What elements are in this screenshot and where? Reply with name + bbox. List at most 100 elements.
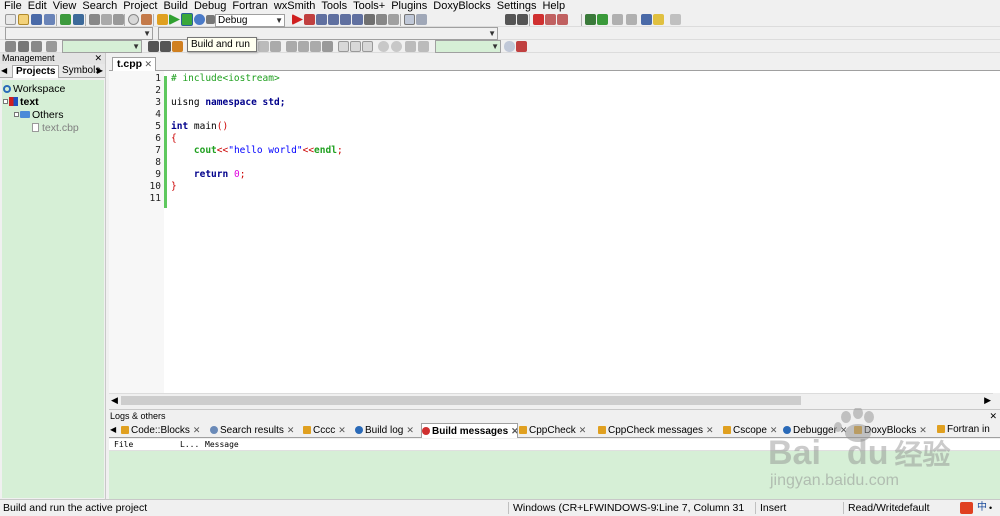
- build-and-run-icon[interactable]: [181, 13, 193, 26]
- build-messages-list[interactable]: File L... Message: [109, 439, 1000, 499]
- prev-icon[interactable]: [18, 41, 29, 52]
- log-tab-doxyblocks[interactable]: DoxyBlocks ✕: [854, 423, 934, 438]
- close-icon[interactable]: ✕: [511, 426, 517, 436]
- tool-h-icon[interactable]: [350, 41, 361, 52]
- new-file-icon[interactable]: [5, 14, 16, 25]
- find-icon[interactable]: [128, 14, 139, 25]
- collapse-icon[interactable]: [3, 99, 8, 104]
- close-icon[interactable]: ✕: [770, 425, 778, 435]
- close-icon[interactable]: ✕: [406, 425, 414, 435]
- next-icon[interactable]: [31, 41, 42, 52]
- column-header-message[interactable]: Message: [205, 439, 239, 451]
- tree-item-file[interactable]: text.cbp: [32, 122, 79, 134]
- doxyblocks-extract-icon[interactable]: [597, 14, 608, 25]
- menu-tools[interactable]: Tools: [321, 0, 347, 13]
- code-area[interactable]: # include<iostream> uisng namespace std;…: [171, 71, 1000, 393]
- build-target-select[interactable]: Debug ▼: [215, 14, 285, 27]
- editor-tab-tcpp[interactable]: t.cpp ✕: [112, 57, 156, 71]
- tab-scroll-left-icon[interactable]: ◀: [1, 64, 7, 78]
- menu-view[interactable]: View: [53, 0, 77, 13]
- menu-search[interactable]: Search: [82, 0, 117, 13]
- line-comment-icon[interactable]: [626, 14, 637, 25]
- run-chm-icon[interactable]: [653, 14, 664, 25]
- save-all-icon[interactable]: [44, 14, 55, 25]
- tab-projects[interactable]: Projects: [12, 65, 60, 78]
- run-icon[interactable]: [169, 14, 180, 25]
- search-settings-icon[interactable]: [516, 41, 527, 52]
- next-line-icon[interactable]: [316, 14, 327, 25]
- menu-tools-plus[interactable]: Tools+: [353, 0, 385, 13]
- close-icon[interactable]: ✕: [144, 58, 152, 71]
- scrollbar-thumb[interactable]: [121, 396, 801, 405]
- step-into-icon[interactable]: [328, 14, 339, 25]
- stop-debugger-icon[interactable]: [388, 14, 399, 25]
- menu-project[interactable]: Project: [123, 0, 157, 13]
- run-html-icon[interactable]: [641, 14, 652, 25]
- last-icon[interactable]: [46, 41, 57, 52]
- tool-g-icon[interactable]: [338, 41, 349, 52]
- tree-item-project[interactable]: text: [3, 96, 39, 108]
- back-icon[interactable]: [148, 41, 159, 52]
- column-header-file[interactable]: File: [114, 439, 133, 451]
- close-icon[interactable]: ✕: [338, 425, 346, 435]
- undo-icon[interactable]: [60, 14, 71, 25]
- zoom-in-icon[interactable]: [378, 41, 389, 52]
- search-combo[interactable]: ▼: [62, 40, 142, 53]
- debug-info-icon[interactable]: [416, 14, 427, 25]
- search-text-combo[interactable]: ▼: [435, 40, 501, 53]
- column-header-line[interactable]: L...: [180, 439, 199, 451]
- log-tab-debugger[interactable]: Debugger ✕: [783, 423, 851, 438]
- menu-wxsmith[interactable]: wxSmith: [274, 0, 316, 13]
- paste-icon[interactable]: [113, 14, 124, 25]
- case-icon[interactable]: [418, 41, 429, 52]
- log-tab-codeblocks[interactable]: Code::Blocks ✕: [121, 423, 217, 438]
- next-instruction-icon[interactable]: [352, 14, 363, 25]
- run-to-cursor-icon[interactable]: [304, 14, 315, 25]
- collapse-icon[interactable]: [14, 112, 19, 117]
- replace-icon[interactable]: [141, 14, 152, 25]
- tree-item-folder[interactable]: Others: [14, 109, 64, 121]
- editor-horizontal-scrollbar[interactable]: ◀ ▶: [109, 393, 993, 406]
- menu-fortran[interactable]: Fortran: [232, 0, 267, 13]
- ime-mode[interactable]: 中: [977, 500, 987, 516]
- menu-settings[interactable]: Settings: [497, 0, 537, 13]
- tab-scroll-right-icon[interactable]: ▶: [97, 64, 103, 78]
- log-tab-build-log[interactable]: Build log ✕: [355, 423, 423, 438]
- abort-icon[interactable]: [206, 15, 215, 24]
- code-editor[interactable]: 1 2 3 4 5 6 7 8 9 10 11 # include<iostre…: [109, 71, 1000, 393]
- tool-c-icon[interactable]: [286, 41, 297, 52]
- menu-build[interactable]: Build: [163, 0, 187, 13]
- ime-logo-icon[interactable]: [960, 502, 973, 514]
- menu-plugins[interactable]: Plugins: [391, 0, 427, 13]
- menu-edit[interactable]: Edit: [28, 0, 47, 13]
- toggle-bookmark-icon[interactable]: [533, 14, 544, 25]
- tool-d-icon[interactable]: [298, 41, 309, 52]
- tool-i-icon[interactable]: [362, 41, 373, 52]
- forward-icon[interactable]: [160, 41, 171, 52]
- redo-icon[interactable]: [73, 14, 84, 25]
- next-bookmark-icon[interactable]: [557, 14, 568, 25]
- scroll-left-icon[interactable]: ◀: [111, 394, 118, 407]
- menu-doxyblocks[interactable]: DoxyBlocks: [433, 0, 490, 13]
- jump-back-icon[interactable]: [505, 14, 516, 25]
- build-icon[interactable]: [157, 14, 168, 25]
- highlight-icon[interactable]: [172, 41, 183, 52]
- debug-run-icon[interactable]: [292, 14, 303, 25]
- close-icon[interactable]: ✕: [706, 425, 714, 435]
- tool-f-icon[interactable]: [322, 41, 333, 52]
- tree-item-workspace[interactable]: Workspace: [3, 83, 65, 95]
- cut-icon[interactable]: [89, 14, 100, 25]
- close-icon[interactable]: ✕: [919, 425, 927, 435]
- block-comment-icon[interactable]: [612, 14, 623, 25]
- tool-e-icon[interactable]: [310, 41, 321, 52]
- break-debugger-icon[interactable]: [376, 14, 387, 25]
- search-go-icon[interactable]: [504, 41, 515, 52]
- rebuild-icon[interactable]: [194, 14, 205, 25]
- menu-help[interactable]: Help: [542, 0, 565, 13]
- log-tab-build-messages[interactable]: Build messages ✕: [421, 423, 518, 438]
- prev-bookmark-icon[interactable]: [545, 14, 556, 25]
- scroll-right-icon[interactable]: ▶: [984, 394, 991, 407]
- log-tab-fortran[interactable]: Fortran in: [937, 423, 995, 438]
- style-icon[interactable]: [405, 41, 416, 52]
- copy-icon[interactable]: [101, 14, 112, 25]
